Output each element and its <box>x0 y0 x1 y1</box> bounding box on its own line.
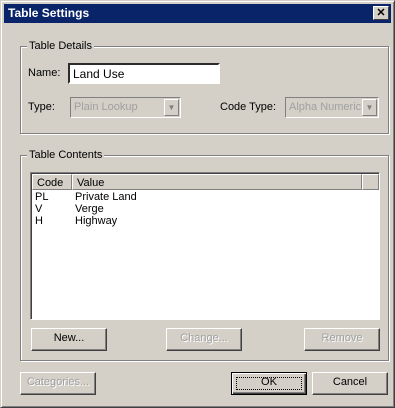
list-item-code: V <box>35 203 43 215</box>
table-contents-list[interactable]: Code Value PL Private Land V Verge H Hig… <box>30 172 380 320</box>
code-type-label: Code Type: <box>220 101 277 113</box>
table-contents-legend: Table Contents <box>27 149 105 161</box>
type-select[interactable]: Plain Lookup ▼ <box>70 97 181 118</box>
cancel-button[interactable]: Cancel <box>312 372 388 395</box>
column-header-value[interactable]: Value <box>72 174 362 190</box>
window-title: Table Settings <box>8 6 90 20</box>
list-item-code: PL <box>35 191 49 203</box>
table-details-legend: Table Details <box>27 40 94 52</box>
name-label: Name: <box>28 67 61 79</box>
code-type-select[interactable]: Alpha Numeric ▼ <box>285 97 379 118</box>
list-item-value: Verge <box>75 203 104 215</box>
type-select-value: Plain Lookup <box>74 101 138 113</box>
change-button[interactable]: Change... <box>166 328 242 351</box>
ok-button[interactable]: OK <box>231 372 307 395</box>
chevron-down-icon[interactable]: ▼ <box>164 99 179 116</box>
remove-button[interactable]: Remove <box>304 328 380 351</box>
close-button[interactable]: ✕ <box>373 6 389 20</box>
table-contents-group: Table Contents Code Value PL Private Lan… <box>20 149 389 361</box>
column-header-code[interactable]: Code <box>32 174 72 190</box>
code-type-select-value: Alpha Numeric <box>289 101 362 113</box>
focus-rectangle <box>236 377 302 390</box>
title-bar[interactable]: Table Settings ✕ <box>4 4 391 23</box>
type-label: Type: <box>28 101 55 113</box>
categories-button[interactable]: Categories... <box>20 372 96 395</box>
column-header-filler <box>362 174 379 190</box>
close-icon: ✕ <box>376 7 386 19</box>
new-button[interactable]: New... <box>31 328 107 351</box>
list-item-code: H <box>35 215 43 227</box>
chevron-down-icon[interactable]: ▼ <box>362 99 377 116</box>
table-details-group: Table Details Name: Land Use Type: Plain… <box>20 40 389 134</box>
name-field[interactable]: Land Use <box>68 63 220 84</box>
list-item-value: Private Land <box>75 191 137 203</box>
list-item-value: Highway <box>75 215 118 227</box>
table-settings-dialog: Table Settings ✕ Table Details Name: Lan… <box>0 0 395 408</box>
